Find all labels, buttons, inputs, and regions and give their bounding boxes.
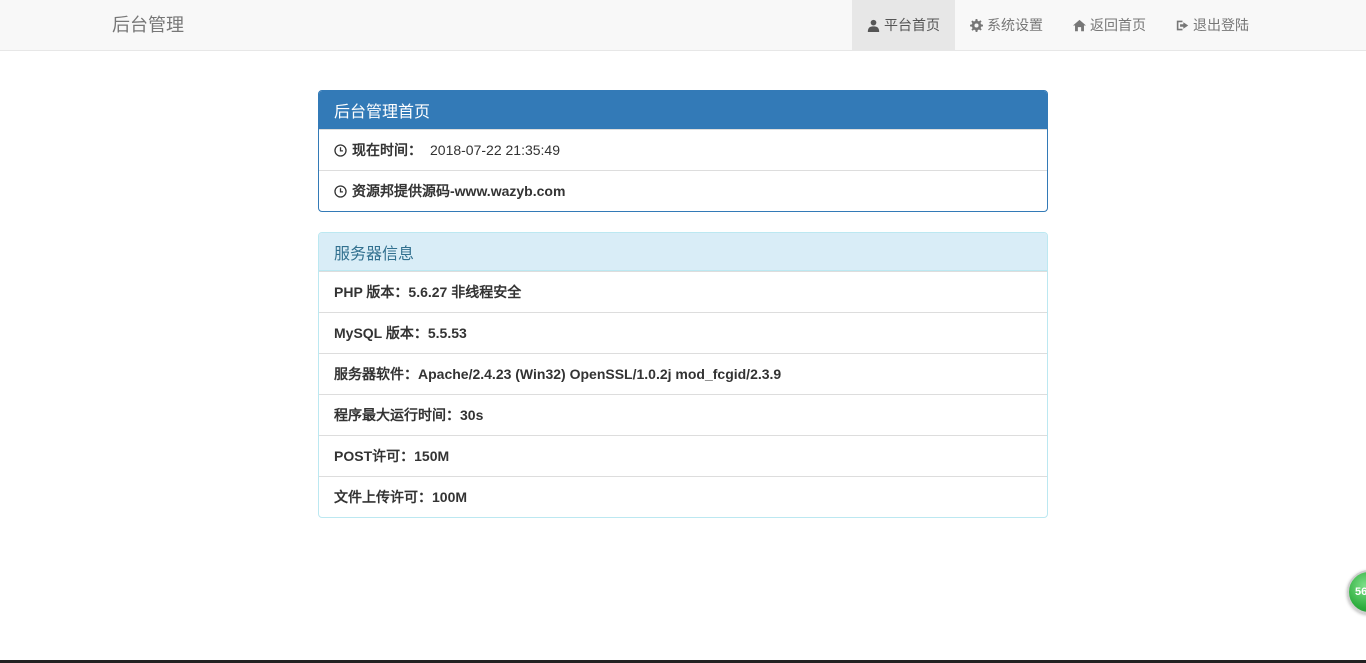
- brand-title[interactable]: 后台管理: [112, 13, 184, 37]
- current-time-row: 现在时间： 2018-07-22 21:35:49: [319, 129, 1047, 170]
- clock-icon: [334, 143, 347, 157]
- floating-badge-text: 56: [1355, 586, 1366, 598]
- server-info-text: POST许可：150M: [334, 448, 450, 464]
- current-time-value: 2018-07-22 21:35:49: [430, 142, 560, 158]
- server-info-text: MySQL 版本：5.5.53: [334, 325, 467, 341]
- home-icon: [1073, 19, 1086, 31]
- server-info-text: 文件上传许可：100M: [334, 489, 468, 505]
- source-text: 资源邦提供源码-www.wazyb.com: [352, 183, 566, 199]
- home-panel: 后台管理首页 现在时间： 2018-07-22 21:35:49 资源邦提供源码…: [318, 90, 1048, 212]
- source-row: 资源邦提供源码-www.wazyb.com: [319, 170, 1047, 211]
- server-info-text: 服务器软件：Apache/2.4.23 (Win32) OpenSSL/1.0.…: [334, 366, 782, 382]
- nav-item-label: 系统设置: [987, 17, 1043, 33]
- nav-item-platform-home[interactable]: 平台首页: [852, 0, 955, 50]
- nav-item-system-settings[interactable]: 系统设置: [955, 0, 1058, 50]
- top-navbar: 后台管理 平台首页 系统设置 返回首页 退出登陆: [0, 0, 1366, 51]
- nav-item-return-home[interactable]: 返回首页: [1058, 0, 1161, 50]
- server-info-row: 文件上传许可：100M: [319, 476, 1047, 517]
- current-time-label: 现在时间：: [352, 142, 422, 158]
- server-info-text: PHP 版本：5.6.27 非线程安全: [334, 284, 522, 300]
- server-info-row: 程序最大运行时间：30s: [319, 394, 1047, 435]
- clock-icon: [334, 184, 347, 198]
- nav-item-label: 退出登陆: [1193, 17, 1249, 33]
- nav-item-label: 返回首页: [1090, 17, 1146, 33]
- home-panel-title: 后台管理首页: [319, 91, 1047, 129]
- gear-icon: [970, 18, 983, 32]
- server-info-row: MySQL 版本：5.5.53: [319, 312, 1047, 353]
- server-info-text: 程序最大运行时间：30s: [334, 407, 484, 423]
- nav-menu: 平台首页 系统设置 返回首页 退出登陆: [852, 0, 1264, 50]
- logout-icon: [1176, 20, 1189, 30]
- server-info-panel: 服务器信息 PHP 版本：5.6.27 非线程安全 MySQL 版本：5.5.5…: [318, 232, 1048, 518]
- user-icon: [867, 19, 880, 32]
- server-info-row: POST许可：150M: [319, 435, 1047, 476]
- server-info-row: 服务器软件：Apache/2.4.23 (Win32) OpenSSL/1.0.…: [319, 353, 1047, 394]
- server-info-title: 服务器信息: [319, 233, 1047, 271]
- server-info-row: PHP 版本：5.6.27 非线程安全: [319, 271, 1047, 312]
- floating-badge[interactable]: 56: [1347, 570, 1366, 614]
- nav-item-label: 平台首页: [884, 17, 940, 33]
- nav-item-logout[interactable]: 退出登陆: [1161, 0, 1264, 50]
